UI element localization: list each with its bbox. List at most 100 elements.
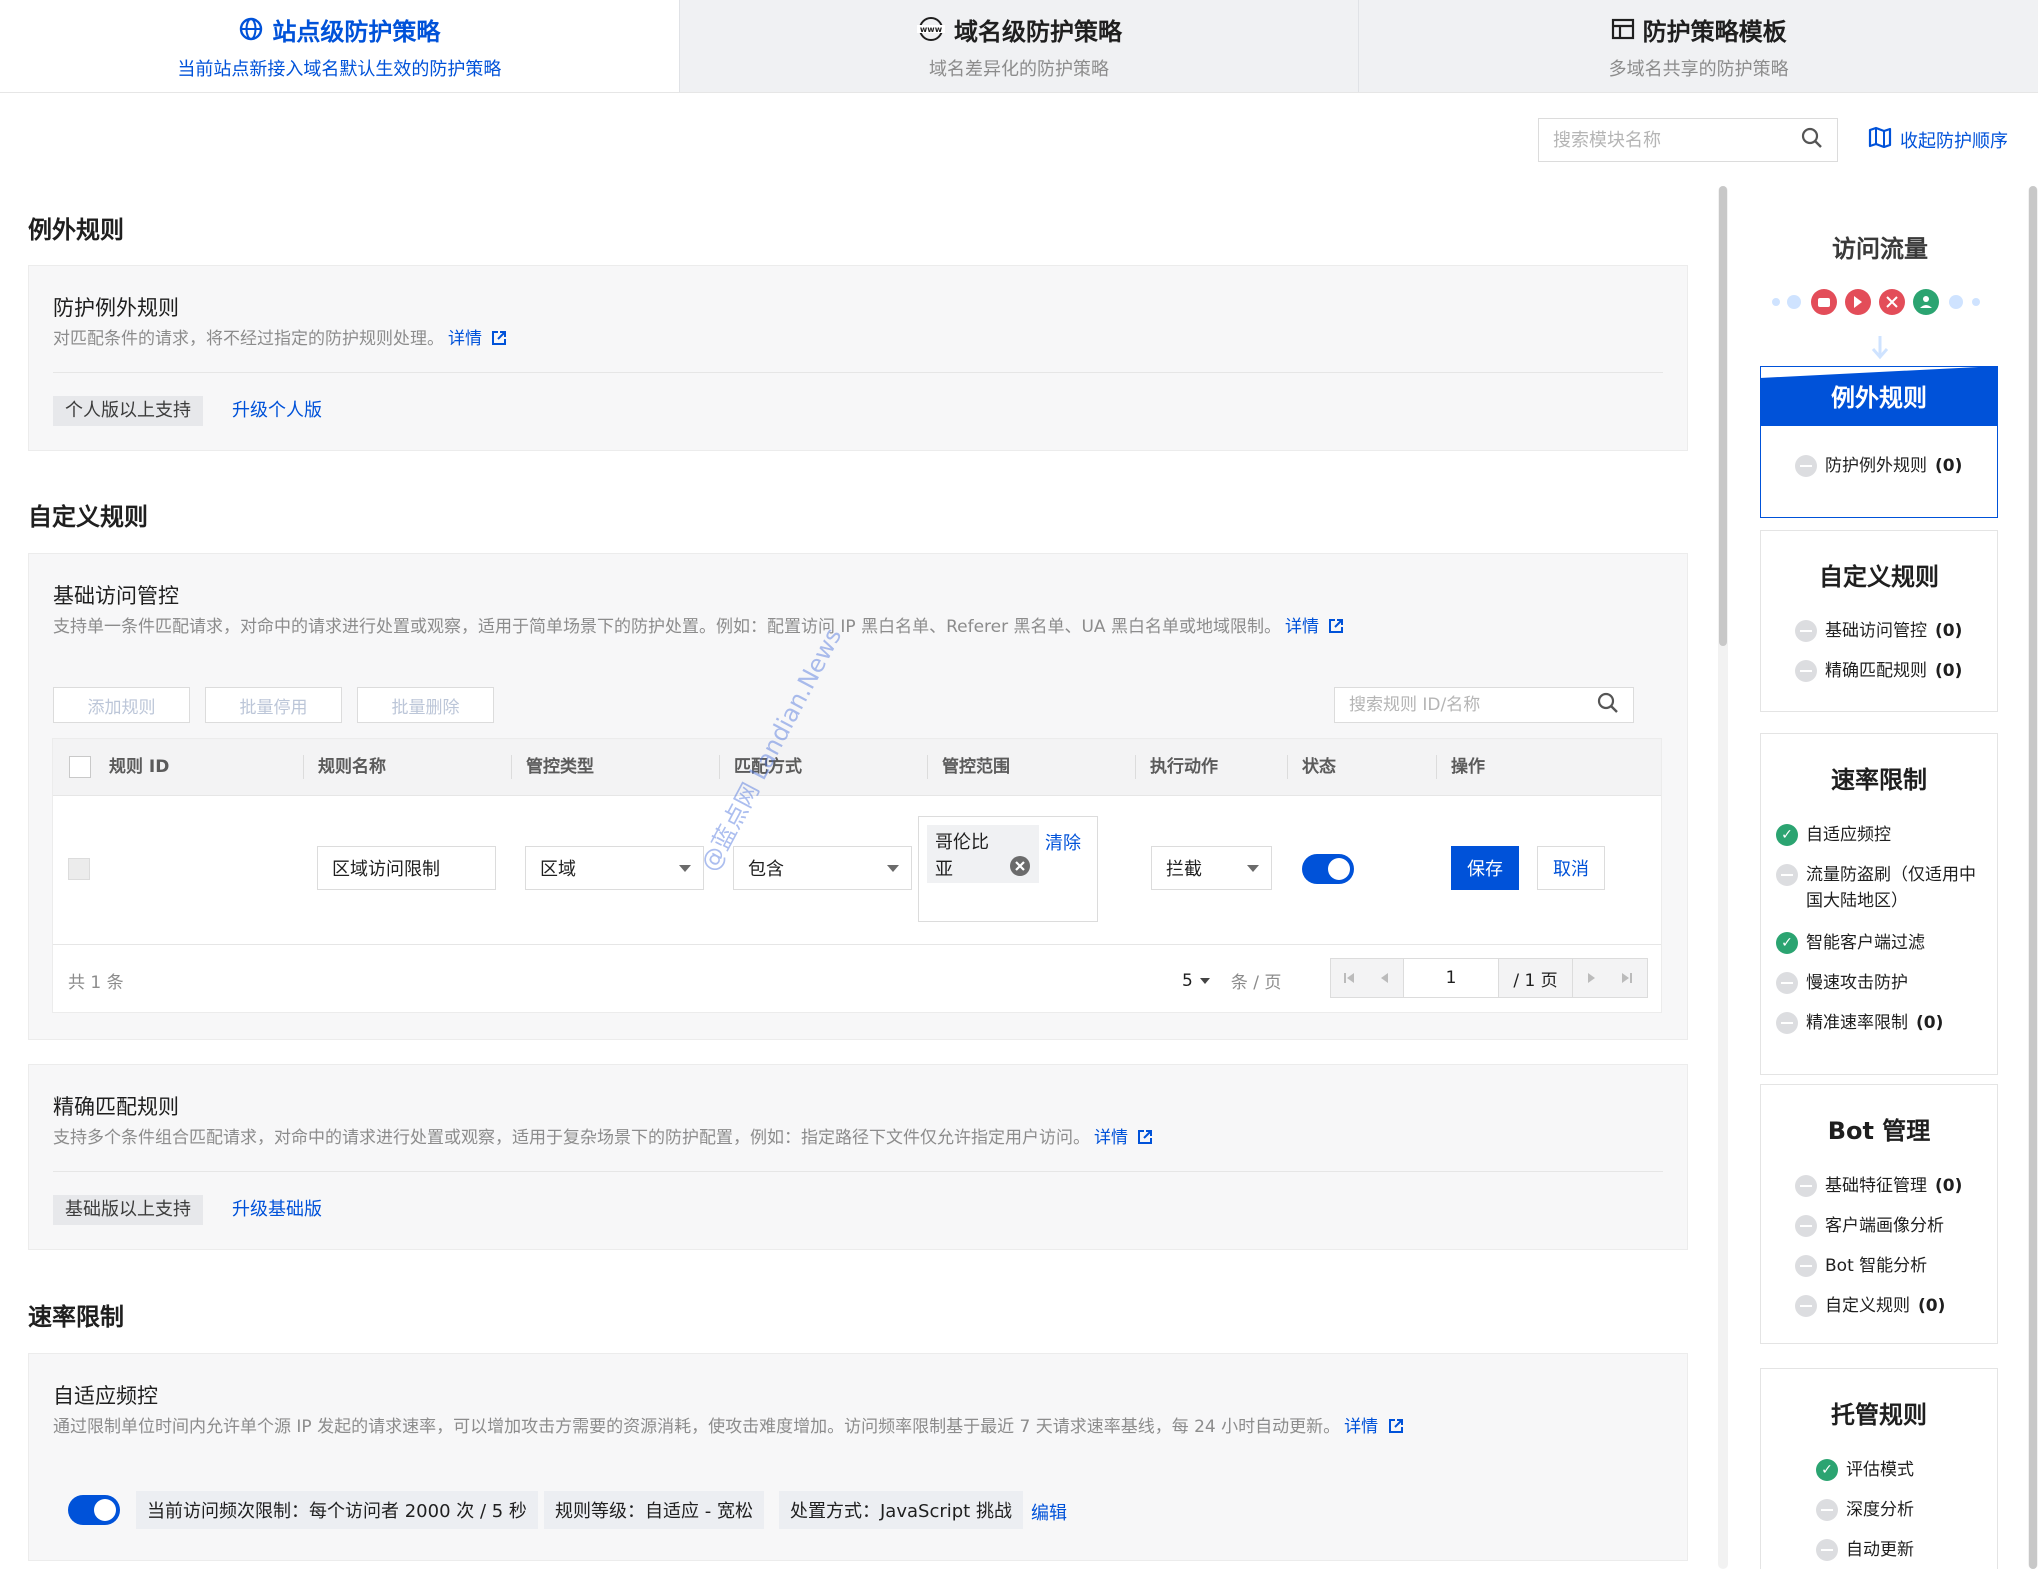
total-count: 共 1 条 [68,973,124,993]
panel-group-title: 自定义规则 [1819,563,1939,591]
search-icon[interactable] [1801,127,1823,153]
control-type-value: 区域 [540,859,576,880]
status-off-icon [1795,1215,1817,1237]
col-separator [511,755,512,779]
detail-link[interactable]: 详情 [1285,617,1319,637]
panel-item[interactable]: 基础特征管理 (0) [1795,1173,1962,1199]
panel-item[interactable]: 精确匹配规则 (0) [1795,658,1962,684]
batch-delete-button[interactable]: 批量删除 [357,687,494,723]
card-desc: 通过限制单位时间内允许单个源 IP 发起的请求速率，可以增加攻击方需要的资源消耗… [53,1412,1404,1437]
status-off-icon [1795,455,1817,477]
rule-name-input[interactable]: 区域访问限制 [317,846,496,890]
select-all-checkbox[interactable] [69,756,91,778]
upgrade-link[interactable]: 升级个人版 [232,396,322,426]
scope-clear-link[interactable]: 清除 [1045,829,1081,855]
tab-title: 域名级防护策略 [954,17,1122,46]
search-icon[interactable] [1597,692,1619,718]
first-page-icon[interactable] [1331,959,1367,997]
upgrade-link[interactable]: 升级基础版 [232,1195,322,1225]
module-search[interactable] [1538,118,1838,162]
plan-tag: 个人版以上支持 [53,396,203,426]
remove-chip-icon[interactable] [1009,855,1031,885]
panel-item[interactable]: Bot 智能分析 [1795,1253,1927,1279]
detail-link[interactable]: 详情 [1094,1128,1128,1148]
collapse-order-link[interactable]: 收起防护顺序 [1868,126,2008,153]
col-status: 状态 [1302,757,1336,777]
panel-item[interactable]: 客户端画像分析 [1795,1213,1944,1239]
panel-item[interactable]: 流量防盗刷（仅适用中国大陆地区） [1776,862,1982,914]
divider [53,372,1663,373]
page-size-select[interactable]: 5 条 / 页 [1182,968,1281,994]
template-icon [1611,17,1635,41]
external-link-icon[interactable] [487,329,507,349]
panel-item[interactable]: 自动更新 [1816,1537,1914,1563]
detail-link[interactable]: 详情 [1344,1417,1378,1437]
control-type-select[interactable]: 区域 [525,846,704,890]
chevron-down-icon [887,865,899,872]
panel-item[interactable]: ✓ 自适应频控 [1776,822,1891,848]
detail-link[interactable]: 详情 [448,329,482,349]
status-off-icon [1795,660,1817,682]
rule-search[interactable] [1334,687,1634,723]
page-number-input[interactable]: 1 [1403,959,1499,997]
panel-item[interactable]: ✓ 评估模式 [1816,1457,1914,1483]
pagination: 1 / 1 页 [1330,958,1648,998]
plan-tag: 基础版以上支持 [53,1195,203,1225]
external-link-icon[interactable] [1324,617,1344,637]
status-off-icon [1776,864,1798,886]
svg-text:www: www [920,25,943,34]
precise-match-card: 精确匹配规则 支持多个条件组合匹配请求，对命中的请求进行处置或观察，适用于复杂场… [28,1064,1688,1250]
module-search-input[interactable] [1553,129,1773,151]
save-button[interactable]: 保存 [1451,846,1519,890]
col-action: 执行动作 [1150,757,1218,777]
page-size-value: 5 [1182,970,1193,991]
add-rule-button[interactable]: 添加规则 [53,687,190,723]
panel-item-label: 智能客户端过滤 [1806,933,1925,953]
panel-item-label: 基础访问管控 [1825,621,1927,641]
row-checkbox[interactable] [68,858,90,880]
status-off-icon [1795,1255,1817,1277]
tab-title: 防护策略模板 [1642,17,1787,46]
rule-search-input[interactable] [1349,695,1589,715]
cancel-button[interactable]: 取消 [1537,846,1605,890]
tab-domain-policy[interactable]: www 域名级防护策略 域名差异化的防护策略 [678,0,1359,92]
prev-page-icon[interactable] [1367,959,1403,997]
status-off-icon [1776,972,1798,994]
status-off-icon [1795,1175,1817,1197]
collapse-label: 收起防护顺序 [1900,130,2008,152]
desc-text: 对匹配条件的请求，将不经过指定的防护规则处理。 [53,329,444,349]
next-page-icon[interactable] [1573,959,1609,997]
match-method-select[interactable]: 包含 [733,846,912,890]
main-scrollbar-thumb[interactable] [1719,186,1727,646]
last-page-icon[interactable] [1609,959,1645,997]
panel-group-title: 托管规则 [1831,1401,1927,1429]
status-toggle[interactable] [1302,854,1354,884]
panel-scrollbar-thumb[interactable] [2029,186,2037,1569]
panel-group-title: 速率限制 [1831,766,1927,794]
external-link-icon[interactable] [1384,1417,1404,1437]
panel-item[interactable]: 深度分析 [1816,1497,1914,1523]
action-select[interactable]: 拦截 [1151,846,1272,890]
divider [53,1171,1663,1172]
panel-item[interactable]: 基础访问管控 (0) [1795,618,1962,644]
scope-chip: 哥伦比亚 [927,825,1039,883]
panel-item-label: 评估模式 [1846,1460,1914,1480]
rate-limit-info: 当前访问频次限制：每个访问者 2000 次 / 5 秒 [136,1491,538,1529]
edit-link[interactable]: 编辑 [1031,1499,1067,1525]
panel-item-count: (0) [1935,456,1963,476]
panel-item[interactable]: ✓ 智能客户端过滤 [1776,930,1925,956]
card-title: 精确匹配规则 [53,1095,179,1119]
adaptive-rate-toggle[interactable] [68,1495,120,1525]
external-link-icon[interactable] [1133,1128,1153,1148]
batch-disable-button[interactable]: 批量停用 [205,687,342,723]
control-scope-input[interactable]: 哥伦比亚 清除 [918,816,1098,922]
panel-item-count: (0) [1935,661,1963,681]
www-icon: www [916,16,946,42]
card-desc: 对匹配条件的请求，将不经过指定的防护规则处理。 详情 [53,324,507,349]
panel-item[interactable]: 防护例外规则 (0) [1795,453,1962,479]
panel-item[interactable]: 精准速率限制 (0) [1776,1010,1943,1036]
tab-site-policy[interactable]: 站点级防护策略 当前站点新接入域名默认生效的防护策略 [0,0,679,92]
tab-policy-template[interactable]: 防护策略模板 多域名共享的防护策略 [1358,0,2038,92]
panel-item[interactable]: 慢速攻击防护 [1776,970,1908,996]
panel-item[interactable]: 自定义规则 (0) [1795,1293,1945,1319]
